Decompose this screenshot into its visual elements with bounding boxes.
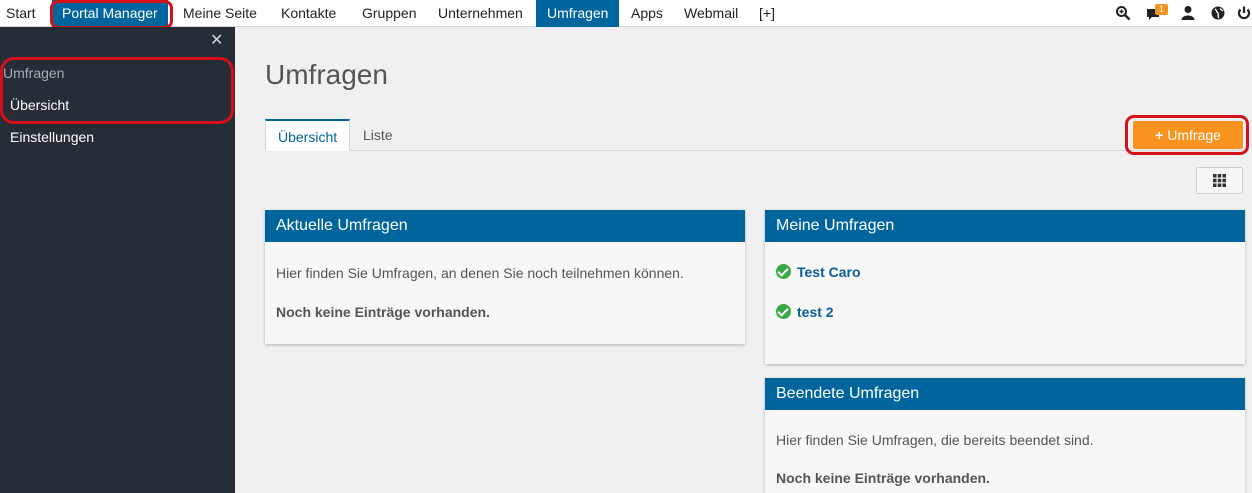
card-header: Beendete Umfragen	[765, 378, 1245, 410]
survey-link[interactable]: Test Caro	[797, 264, 861, 280]
nav-kontakte[interactable]: Kontakte	[281, 0, 336, 27]
card-header: Aktuelle Umfragen	[265, 210, 745, 242]
user-icon[interactable]	[1181, 5, 1195, 26]
card-current-surveys: Aktuelle Umfragen Hier finden Sie Umfrag…	[265, 210, 745, 344]
tab-uebersicht[interactable]: Übersicht	[265, 119, 351, 151]
sidebar-item-einstellungen[interactable]: Einstellungen	[10, 129, 94, 145]
nav-apps[interactable]: Apps	[631, 0, 663, 27]
nav-more[interactable]: [+]	[759, 0, 775, 27]
search-icon[interactable]	[1115, 5, 1131, 26]
empty-message: Noch keine Einträge vorhanden.	[276, 304, 490, 320]
sidebar-section-title: Umfragen	[3, 65, 65, 81]
nav-umfragen[interactable]: Umfragen	[536, 0, 620, 27]
sidebar-item-uebersicht[interactable]: Übersicht	[10, 97, 69, 113]
empty-message: Noch keine Einträge vorhanden.	[776, 470, 990, 486]
notification-badge: 1	[1155, 4, 1169, 15]
tab-liste[interactable]: Liste	[351, 119, 405, 151]
add-survey-button[interactable]: + Umfrage	[1133, 121, 1243, 149]
card-header: Meine Umfragen	[765, 210, 1245, 242]
top-navigation: Start Portal Manager Meine Seite Kontakt…	[0, 0, 1252, 27]
nav-webmail[interactable]: Webmail	[684, 0, 738, 27]
survey-link[interactable]: test 2	[797, 304, 834, 320]
tab-bar: Übersicht Liste	[265, 119, 1243, 151]
list-item: Test Caro	[776, 264, 1234, 282]
nav-unternehmen[interactable]: Unternehmen	[438, 0, 523, 27]
grid-view-button[interactable]	[1196, 167, 1243, 194]
plus-icon: +	[1155, 127, 1164, 143]
chat-icon[interactable]: 1	[1146, 4, 1172, 24]
nav-start[interactable]: Start	[6, 0, 36, 27]
check-circle-icon	[776, 264, 791, 279]
card-description: Hier finden Sie Umfragen, an denen Sie n…	[276, 265, 684, 281]
page-title: Umfragen	[265, 59, 388, 90]
nav-meine-seite[interactable]: Meine Seite	[183, 0, 257, 27]
list-item: test 2	[776, 304, 1234, 322]
card-my-surveys: Meine Umfragen Test Caro test 2	[765, 210, 1245, 364]
card-finished-surveys: Beendete Umfragen Hier finden Sie Umfrag…	[765, 378, 1245, 493]
sidebar: ✕ Umfragen Übersicht Einstellungen	[0, 27, 235, 493]
check-circle-icon	[776, 304, 791, 319]
nav-gruppen[interactable]: Gruppen	[362, 0, 416, 27]
nav-portal-manager[interactable]: Portal Manager	[52, 0, 168, 27]
close-icon[interactable]: ✕	[210, 30, 223, 50]
power-icon[interactable]	[1236, 5, 1252, 26]
card-description: Hier finden Sie Umfragen, die bereits be…	[776, 432, 1094, 448]
globe-icon[interactable]	[1210, 5, 1226, 26]
main-content: Umfragen Übersicht Liste + Umfrage Aktuel…	[235, 27, 1252, 493]
grid-icon	[1213, 174, 1226, 187]
